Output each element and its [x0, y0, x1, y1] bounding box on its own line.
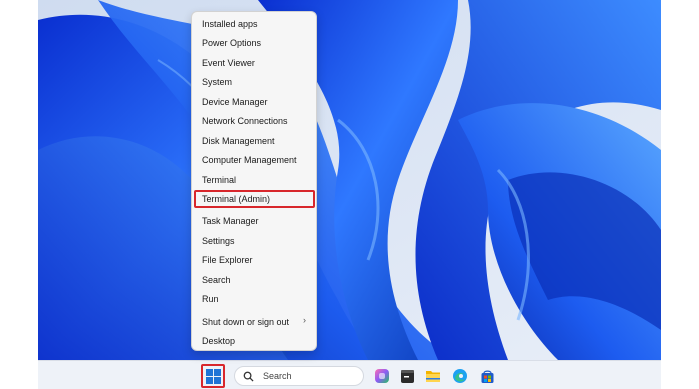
chevron-right-icon: › — [303, 315, 306, 325]
menu-item-label: Terminal — [202, 175, 237, 185]
menu-item-label: Installed apps — [202, 19, 258, 29]
menu-item-run[interactable]: Run — [196, 290, 312, 308]
menu-item-file-explorer[interactable]: File Explorer — [196, 251, 312, 269]
menu-item-system[interactable]: System — [196, 73, 312, 91]
menu-item-search[interactable]: Search — [196, 271, 312, 289]
menu-item-installed-apps[interactable]: Installed apps — [196, 15, 312, 33]
copilot-icon[interactable] — [373, 367, 391, 385]
menu-item-label: Desktop — [202, 336, 236, 346]
menu-item-terminal[interactable]: Terminal — [196, 171, 312, 189]
menu-item-disk-management[interactable]: Disk Management — [196, 132, 312, 150]
menu-item-label: Computer Management — [202, 155, 297, 165]
microsoft-store-icon[interactable] — [478, 367, 496, 385]
terminal-app-icon[interactable] — [398, 367, 416, 385]
menu-item-label: Run — [202, 294, 219, 304]
search-icon — [243, 371, 259, 382]
menu-item-desktop[interactable]: Desktop — [196, 332, 312, 350]
windows-logo-icon — [205, 368, 221, 384]
start-button[interactable] — [201, 364, 225, 388]
menu-item-device-manager[interactable]: Device Manager — [196, 93, 312, 111]
menu-item-label: Shut down or sign out — [202, 317, 290, 327]
menu-item-settings[interactable]: Settings — [196, 232, 312, 250]
desktop-screen: Search Installed apps Power Options Even… — [38, 0, 661, 389]
menu-item-terminal-admin[interactable]: Terminal (Admin) — [194, 190, 315, 208]
menu-item-label: Settings — [202, 236, 235, 246]
search-placeholder: Search — [263, 371, 292, 381]
menu-item-network-connections[interactable]: Network Connections — [196, 112, 312, 130]
menu-item-event-viewer[interactable]: Event Viewer — [196, 54, 312, 72]
menu-item-label: Event Viewer — [202, 58, 255, 68]
menu-item-label: Device Manager — [202, 97, 268, 107]
winx-power-user-menu: Installed apps Power Options Event Viewe… — [191, 11, 317, 351]
menu-item-shut-down-or-sign-out[interactable]: Shut down or sign out › — [196, 313, 312, 331]
menu-item-label: System — [202, 77, 233, 87]
menu-item-task-manager[interactable]: Task Manager — [196, 212, 312, 230]
bloom-wallpaper — [38, 0, 661, 360]
taskbar-search-box[interactable]: Search — [234, 366, 364, 386]
menu-item-label: Disk Management — [202, 136, 275, 146]
menu-item-label: Task Manager — [202, 216, 259, 226]
menu-item-label: Terminal (Admin) — [202, 194, 271, 204]
file-explorer-icon[interactable] — [424, 367, 442, 385]
menu-item-computer-management[interactable]: Computer Management — [196, 151, 312, 169]
menu-item-label: Search — [202, 275, 231, 285]
edge-browser-icon[interactable] — [451, 367, 469, 385]
menu-item-label: File Explorer — [202, 255, 253, 265]
taskbar: Search — [38, 360, 661, 389]
menu-item-power-options[interactable]: Power Options — [196, 34, 312, 52]
menu-item-label: Network Connections — [202, 116, 288, 126]
menu-item-label: Power Options — [202, 38, 262, 48]
